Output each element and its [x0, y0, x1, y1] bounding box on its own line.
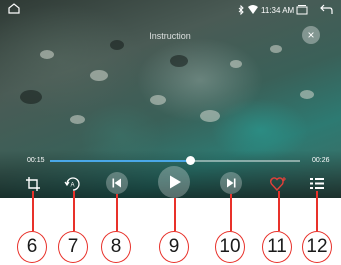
video-texture: [230, 60, 242, 68]
callout-leader: [174, 198, 176, 231]
callout-12: 12: [302, 231, 332, 263]
video-texture: [110, 40, 124, 50]
callout-leader: [316, 191, 318, 231]
video-texture: [70, 115, 85, 124]
play-icon: [170, 175, 181, 189]
video-texture: [40, 50, 54, 59]
callout-11: 11: [262, 231, 292, 263]
elapsed-time: 00:15: [27, 157, 45, 164]
playlist-icon: [310, 178, 324, 189]
callout-leader: [116, 194, 118, 231]
skip-next-icon: [227, 178, 236, 188]
video-texture: [300, 90, 314, 99]
total-duration: 00:26: [312, 157, 330, 164]
play-button[interactable]: [158, 166, 190, 198]
callout-leader: [32, 191, 34, 231]
svg-text:A: A: [71, 183, 75, 189]
video-texture: [20, 90, 42, 104]
close-button[interactable]: ×: [302, 26, 320, 44]
video-texture: [170, 55, 188, 67]
callout-10: 10: [215, 231, 245, 263]
wifi-icon: [248, 5, 258, 16]
close-icon: ×: [307, 28, 315, 42]
previous-button[interactable]: [106, 172, 128, 194]
seek-thumb[interactable]: [186, 156, 195, 165]
callout-7: 7: [58, 231, 88, 263]
callout-6: 6: [17, 231, 47, 263]
next-button[interactable]: [220, 172, 242, 194]
bluetooth-icon: [238, 4, 244, 17]
callout-8: 8: [101, 231, 131, 263]
callout-leader: [230, 194, 232, 231]
status-time: 11:34 AM: [261, 6, 295, 15]
video-title: Instruction: [149, 31, 191, 41]
seek-bar[interactable]: [50, 160, 300, 162]
video-texture: [200, 110, 220, 122]
skip-previous-icon: [112, 178, 121, 188]
video-texture: [90, 70, 108, 81]
callout-9: 9: [159, 231, 189, 263]
callout-leader: [73, 191, 75, 231]
back-icon[interactable]: [320, 4, 333, 17]
heart-add-icon: [270, 177, 286, 192]
callout-leader: [278, 191, 280, 231]
video-texture: [270, 45, 282, 53]
recent-apps-icon[interactable]: [296, 5, 308, 17]
home-icon[interactable]: [7, 3, 21, 17]
video-texture: [150, 95, 166, 105]
seek-bar-progress: [50, 160, 190, 162]
status-bar: 11:34 AM: [0, 0, 341, 22]
